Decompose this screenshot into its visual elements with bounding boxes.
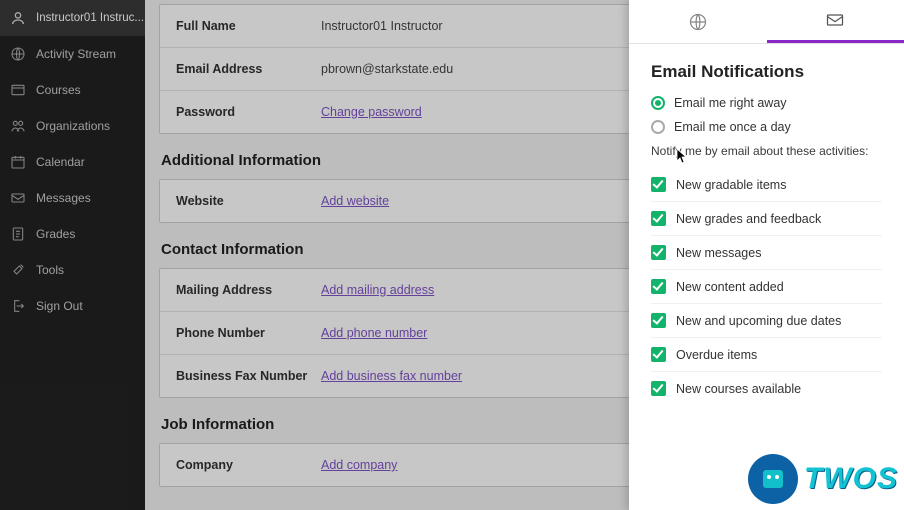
- field-label: Business Fax Number: [176, 369, 321, 383]
- logo-badge-icon: [748, 454, 798, 504]
- field-label: Mailing Address: [176, 283, 321, 297]
- signout-icon: [10, 298, 26, 314]
- sidebar-item-grades[interactable]: Grades: [0, 216, 145, 252]
- sidebar-item-organizations[interactable]: Organizations: [0, 108, 145, 144]
- sidebar-item-label: Grades: [36, 227, 75, 241]
- panel-title: Email Notifications: [651, 62, 882, 82]
- sidebar: Instructor01 Instruc... Activity Stream …: [0, 0, 145, 510]
- sidebar-item-label: Organizations: [36, 119, 110, 133]
- grades-icon: [10, 226, 26, 242]
- panel-body: Email Notifications Email me right away …: [629, 44, 904, 413]
- panel-tabs: [629, 0, 904, 44]
- checkmark-icon: [651, 177, 666, 192]
- row-fullname[interactable]: Full Name Instructor01 Instructor: [160, 5, 636, 48]
- radio-label: Email me once a day: [674, 120, 791, 134]
- checkmark-icon: [651, 245, 666, 260]
- sidebar-item-label: Courses: [36, 83, 81, 97]
- row-mailing-address[interactable]: Mailing Address Add mailing address: [160, 269, 636, 312]
- checkmark-icon: [651, 313, 666, 328]
- messages-icon: [10, 190, 26, 206]
- row-password[interactable]: Password Change password: [160, 91, 636, 133]
- checkmark-icon: [651, 211, 666, 226]
- checkmark-icon: [651, 381, 666, 396]
- globe-icon: [688, 12, 708, 32]
- add-mailing-address-link[interactable]: Add mailing address: [321, 283, 434, 297]
- radio-icon: [651, 120, 665, 134]
- contact-info-heading: Contact Information: [161, 241, 637, 258]
- envelope-icon: [825, 10, 845, 30]
- field-label: Company: [176, 458, 321, 472]
- add-phone-link[interactable]: Add phone number: [321, 326, 427, 340]
- basic-info-card: Full Name Instructor01 Instructor Email …: [159, 4, 637, 134]
- tab-stream[interactable]: [629, 0, 767, 43]
- activities-hint: Notify me by email about these activitie…: [651, 144, 882, 158]
- sidebar-item-signout[interactable]: Sign Out: [0, 288, 145, 324]
- activity-checkbox[interactable]: New gradable items: [651, 168, 882, 202]
- activity-checkbox[interactable]: New content added: [651, 270, 882, 304]
- radio-icon: [651, 96, 665, 110]
- notifications-panel: Email Notifications Email me right away …: [629, 0, 904, 510]
- row-phone[interactable]: Phone Number Add phone number: [160, 312, 636, 355]
- sidebar-item-label: Calendar: [36, 155, 85, 169]
- courses-icon: [10, 82, 26, 98]
- sidebar-item-label: Tools: [36, 263, 64, 277]
- checkmark-icon: [651, 279, 666, 294]
- sidebar-item-calendar[interactable]: Calendar: [0, 144, 145, 180]
- job-info-card: Company Add company: [159, 443, 637, 487]
- activity-label: New grades and feedback: [676, 212, 821, 226]
- activity-label: New courses available: [676, 382, 801, 396]
- sidebar-item-messages[interactable]: Messages: [0, 180, 145, 216]
- sidebar-item-activity-stream[interactable]: Activity Stream: [0, 36, 145, 72]
- calendar-icon: [10, 154, 26, 170]
- tools-icon: [10, 262, 26, 278]
- checkmark-icon: [651, 347, 666, 362]
- activity-checkbox[interactable]: New messages: [651, 236, 882, 270]
- activity-label: New gradable items: [676, 178, 786, 192]
- tab-email[interactable]: [767, 0, 904, 43]
- organizations-icon: [10, 118, 26, 134]
- field-value: Instructor01 Instructor: [321, 19, 443, 33]
- radio-label: Email me right away: [674, 96, 787, 110]
- sidebar-item-label: Activity Stream: [36, 47, 116, 61]
- activity-label: New messages: [676, 246, 761, 260]
- watermark-logo: TWOS: [748, 454, 898, 504]
- additional-info-card: Website Add website: [159, 179, 637, 223]
- field-label: Email Address: [176, 62, 321, 76]
- sidebar-item-tools[interactable]: Tools: [0, 252, 145, 288]
- contact-info-card: Mailing Address Add mailing address Phon…: [159, 268, 637, 398]
- activity-label: New and upcoming due dates: [676, 314, 841, 328]
- add-fax-link[interactable]: Add business fax number: [321, 369, 462, 383]
- activity-checkbox[interactable]: New grades and feedback: [651, 202, 882, 236]
- sidebar-item-label: Sign Out: [36, 299, 83, 313]
- field-label: Website: [176, 194, 321, 208]
- field-label: Phone Number: [176, 326, 321, 340]
- row-fax[interactable]: Business Fax Number Add business fax num…: [160, 355, 636, 397]
- row-email[interactable]: Email Address pbrown@starkstate.edu: [160, 48, 636, 91]
- sidebar-user[interactable]: Instructor01 Instruc...: [0, 0, 145, 36]
- job-info-heading: Job Information: [161, 416, 637, 433]
- add-company-link[interactable]: Add company: [321, 458, 397, 472]
- activity-label: New content added: [676, 280, 784, 294]
- radio-email-right-away[interactable]: Email me right away: [651, 96, 882, 110]
- activity-checkbox[interactable]: Overdue items: [651, 338, 882, 372]
- row-website[interactable]: Website Add website: [160, 180, 636, 222]
- additional-info-heading: Additional Information: [161, 152, 637, 169]
- add-website-link[interactable]: Add website: [321, 194, 389, 208]
- sidebar-item-label: Messages: [36, 191, 91, 205]
- row-company[interactable]: Company Add company: [160, 444, 636, 486]
- change-password-link[interactable]: Change password: [321, 105, 422, 119]
- logo-text: TWOS: [804, 462, 898, 496]
- user-icon: [10, 10, 26, 26]
- sidebar-item-courses[interactable]: Courses: [0, 72, 145, 108]
- field-label: Password: [176, 105, 321, 119]
- activity-label: Overdue items: [676, 348, 757, 362]
- field-label: Full Name: [176, 19, 321, 33]
- radio-email-once-day[interactable]: Email me once a day: [651, 120, 882, 134]
- sidebar-user-label: Instructor01 Instruc...: [36, 12, 144, 24]
- field-value: pbrown@starkstate.edu: [321, 62, 453, 76]
- activity-checkbox[interactable]: New courses available: [651, 372, 882, 405]
- globe-icon: [10, 46, 26, 62]
- activity-checkbox[interactable]: New and upcoming due dates: [651, 304, 882, 338]
